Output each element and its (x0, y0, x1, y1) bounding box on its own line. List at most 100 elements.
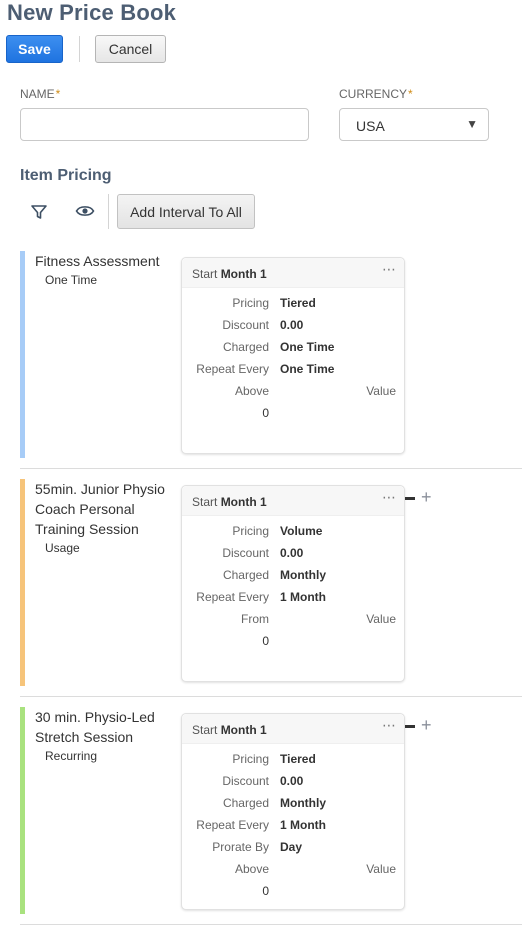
item-type: One Time (45, 273, 98, 287)
tier-header: From (241, 612, 269, 626)
field-label: Pricing (232, 524, 269, 538)
more-options-icon[interactable]: ⋯ (382, 717, 396, 734)
more-options-icon[interactable]: ⋯ (382, 489, 396, 506)
tier-value: 0 (262, 406, 269, 420)
tier-row: 0 (182, 880, 404, 902)
card-header: Start Month 1 ⋯ (182, 714, 404, 744)
field-value: Tiered (280, 752, 316, 766)
start-label: Start Month 1 (192, 267, 267, 281)
more-options-icon[interactable]: ⋯ (382, 261, 396, 278)
item-divider (20, 468, 522, 469)
field-value: Tiered (280, 296, 316, 310)
required-marker: * (55, 87, 61, 101)
currency-label: CURRENCY* (339, 87, 413, 101)
field-value: One Time (280, 340, 335, 354)
field-label: Discount (222, 546, 269, 560)
tier-header: Above (234, 862, 269, 876)
required-marker: * (408, 87, 413, 101)
field-value: 0.00 (280, 774, 304, 788)
field-value: Monthly (280, 568, 326, 582)
tier-row: 0 (182, 630, 404, 652)
name-input[interactable] (20, 108, 309, 141)
toolbar-divider (79, 36, 80, 62)
field-value: Volume (280, 524, 323, 538)
field-row: Discount 0.00 (182, 770, 404, 792)
add-interval-icon[interactable]: + (421, 487, 432, 508)
item-accent-bar (20, 479, 25, 686)
start-text: Start (192, 495, 218, 509)
save-button[interactable]: Save (6, 35, 63, 63)
tier-row: 0 (182, 402, 404, 424)
page-title: New Price Book (7, 0, 177, 25)
item-divider (20, 924, 522, 925)
field-row: Discount 0.00 (182, 314, 404, 336)
field-row: Charged Monthly (182, 792, 404, 814)
tier-header-row: Above Value (182, 858, 404, 880)
start-value: Month 1 (220, 495, 267, 509)
field-label: Pricing (232, 296, 269, 310)
interval-connector (405, 725, 415, 728)
value-header: Value (366, 384, 396, 398)
start-label: Start Month 1 (192, 495, 267, 509)
currency-value: USA (356, 118, 385, 134)
value-header: Value (366, 862, 396, 876)
card-header: Start Month 1 ⋯ (182, 486, 404, 516)
pricing-interval-card[interactable]: Start Month 1 ⋯ Pricing Tiered Discount 0.… (181, 257, 405, 454)
field-label: Repeat Every (196, 818, 269, 832)
field-row: Pricing Volume (182, 520, 404, 542)
eye-icon (75, 206, 95, 216)
field-label: Charged (222, 796, 269, 810)
item-type: Recurring (45, 749, 98, 763)
currency-label-text: CURRENCY (339, 87, 408, 101)
cancel-button[interactable]: Cancel (95, 35, 166, 63)
currency-select[interactable]: USA ▼ (339, 108, 489, 141)
item-name: 55min. Junior Physio Coach Personal Trai… (35, 481, 165, 537)
item-name: 30 min. Physio-Led Stretch Session (35, 709, 155, 745)
field-label: Prorate By (212, 840, 269, 854)
field-label: Discount (222, 774, 269, 788)
pricing-interval-card[interactable]: Start Month 1 ⋯ Pricing Volume Discount 0.… (181, 485, 405, 682)
interval-connector (405, 497, 415, 500)
field-label: Repeat Every (196, 362, 269, 376)
start-value: Month 1 (220, 723, 267, 737)
field-row: Repeat Every One Time (182, 358, 404, 380)
field-label: Discount (222, 318, 269, 332)
field-label: Charged (222, 340, 269, 354)
name-label-text: NAME (20, 87, 55, 101)
field-row: Charged One Time (182, 336, 404, 358)
add-interval-to-all-button[interactable]: Add Interval To All (117, 194, 255, 229)
value-header: Value (366, 612, 396, 626)
field-row: Prorate By Day (182, 836, 404, 858)
field-row: Pricing Tiered (182, 748, 404, 770)
pricing-interval-card[interactable]: Start Month 1 ⋯ Pricing Tiered Discount 0.… (181, 713, 405, 910)
field-label: Pricing (232, 752, 269, 766)
add-interval-icon[interactable]: + (421, 715, 432, 736)
field-value: 1 Month (280, 818, 326, 832)
tier-value: 0 (262, 884, 269, 898)
start-value: Month 1 (220, 267, 267, 281)
tier-header: Above (234, 384, 269, 398)
item-pricing-title: Item Pricing (20, 167, 112, 184)
field-value: 0.00 (280, 546, 304, 560)
field-value: 1 Month (280, 590, 326, 604)
item-type: Usage (45, 541, 80, 555)
field-label: Repeat Every (196, 590, 269, 604)
item-divider (20, 696, 522, 697)
card-header: Start Month 1 ⋯ (182, 258, 404, 288)
field-row: Repeat Every 1 Month (182, 814, 404, 836)
item-accent-bar (20, 251, 25, 458)
tier-header-row: From Value (182, 608, 404, 630)
tier-value: 0 (262, 634, 269, 648)
field-value: 0.00 (280, 318, 304, 332)
filter-button[interactable] (24, 197, 54, 227)
visibility-button[interactable] (70, 196, 100, 226)
field-row: Pricing Tiered (182, 292, 404, 314)
start-text: Start (192, 267, 218, 281)
field-value: One Time (280, 362, 335, 376)
field-row: Discount 0.00 (182, 542, 404, 564)
name-label: NAME* (20, 87, 60, 101)
field-value: Monthly (280, 796, 326, 810)
field-row: Repeat Every 1 Month (182, 586, 404, 608)
field-label: Charged (222, 568, 269, 582)
item-name: Fitness Assessment (35, 253, 160, 269)
